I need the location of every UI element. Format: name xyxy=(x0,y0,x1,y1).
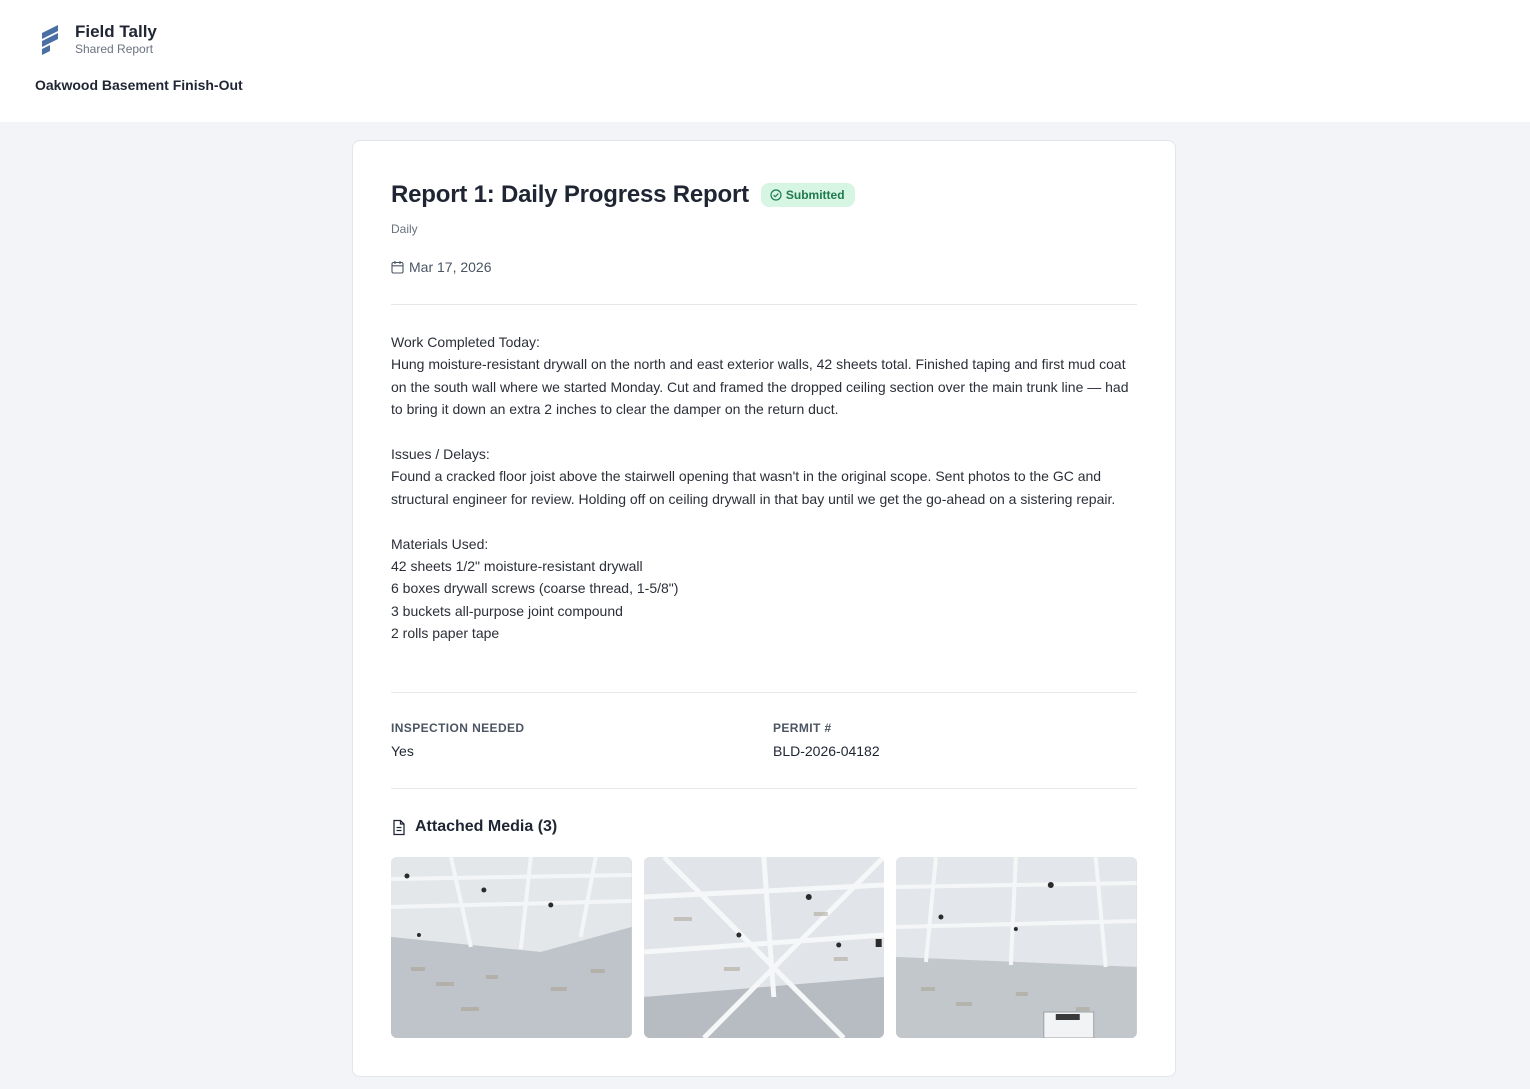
attached-media-label: Attached Media (3) xyxy=(415,818,558,835)
media-grid xyxy=(391,857,1138,1038)
field-value: Yes xyxy=(391,743,414,759)
report-card: Report 1: Daily Progress Report Submitte… xyxy=(352,140,1176,1077)
ceiling-photo-image xyxy=(643,857,885,1038)
divider xyxy=(391,692,1137,693)
check-circle-icon xyxy=(770,189,782,201)
report-paragraph: Materials Used: 42 sheets 1/2" moisture-r… xyxy=(391,535,679,642)
field-label: PERMIT # xyxy=(773,721,832,735)
report-title: Report 1: Daily Progress Report xyxy=(391,181,749,208)
status-badge: Submitted xyxy=(760,183,855,207)
report-body: Work Completed Today: Hung moisture-resis… xyxy=(391,331,1141,645)
field-inspection-needed: INSPECTION NEEDED Yes xyxy=(391,721,525,759)
divider xyxy=(391,304,1137,305)
date-text: Mar 17, 2026 xyxy=(409,259,492,275)
status-label: Submitted xyxy=(785,188,845,202)
divider xyxy=(391,788,1137,789)
field-value: BLD-2026-04182 xyxy=(773,743,880,759)
report-type: Daily xyxy=(391,222,418,236)
app-name: Field Tally xyxy=(75,22,157,41)
calendar-icon xyxy=(391,261,404,274)
media-thumbnail[interactable] xyxy=(643,857,885,1038)
media-thumbnail[interactable] xyxy=(896,857,1138,1038)
report-paragraph: Work Completed Today: Hung moisture-resis… xyxy=(391,334,1129,418)
report-date: Mar 17, 2026 xyxy=(391,259,492,275)
attached-media-heading: Attached Media (3) xyxy=(391,818,557,836)
app-subtitle: Shared Report xyxy=(75,42,154,56)
ceiling-photo-image xyxy=(391,857,632,1038)
report-paragraph: Issues / Delays: Found a cracked floor jo… xyxy=(391,446,1116,507)
field-tally-logo xyxy=(42,25,58,55)
field-label: INSPECTION NEEDED xyxy=(391,721,525,735)
brand[interactable]: Field Tally Shared Report xyxy=(38,22,157,59)
app-header: Field Tally Shared Report Oakwood Baseme… xyxy=(0,0,1530,122)
ceiling-photo-image xyxy=(896,857,1138,1038)
project-title: Oakwood Basement Finish-Out xyxy=(35,77,243,93)
media-thumbnail[interactable] xyxy=(391,857,632,1038)
field-permit-number: PERMIT # BLD-2026-04182 xyxy=(773,721,880,759)
document-icon xyxy=(393,819,405,835)
